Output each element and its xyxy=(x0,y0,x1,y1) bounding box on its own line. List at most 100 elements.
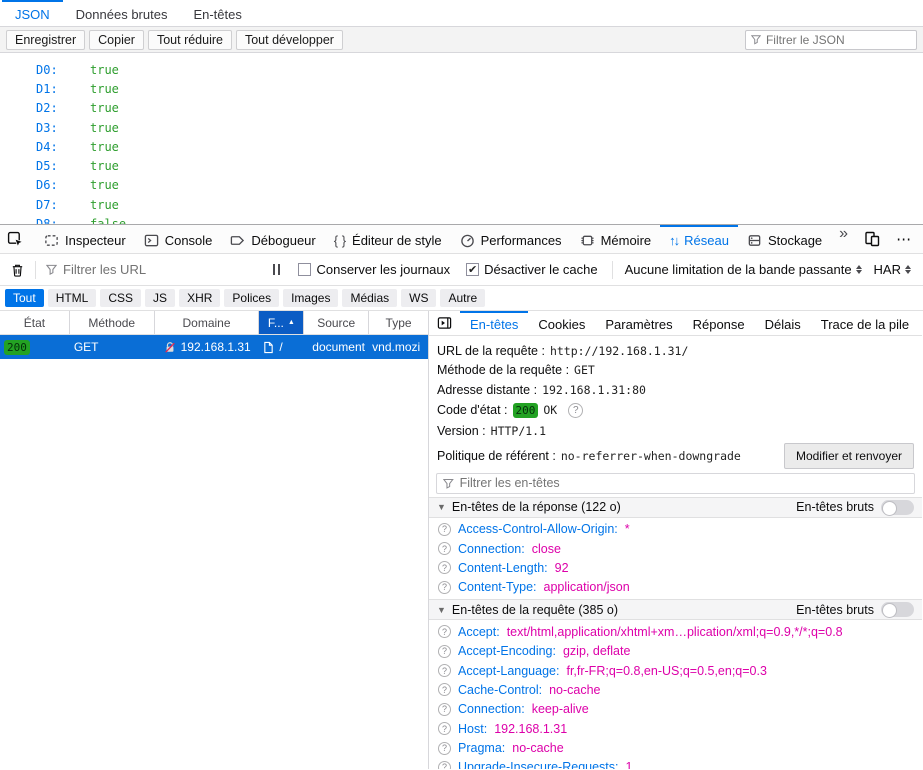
tab-debugger[interactable]: Débogueur xyxy=(221,225,324,253)
help-icon[interactable]: ? xyxy=(438,561,451,574)
header-row[interactable]: ? Content-Type: application/json xyxy=(429,578,922,597)
detail-tab-stacktrace[interactable]: Trace de la pile xyxy=(811,311,919,335)
persist-logs-checkbox[interactable]: Conserver les journaux xyxy=(290,262,458,277)
header-row[interactable]: ? Connection: keep-alive xyxy=(429,700,922,719)
header-row[interactable]: ? Accept-Language: fr,fr-FR;q=0.8,en-US;… xyxy=(429,661,922,680)
har-select[interactable]: HAR xyxy=(868,262,917,277)
json-entry-row[interactable]: D8: false xyxy=(0,214,923,224)
sidebar-toggle-button[interactable] xyxy=(429,311,460,335)
help-icon[interactable]: ? xyxy=(438,625,451,638)
summary-label: Version : xyxy=(437,424,486,438)
header-row[interactable]: ? Access-Control-Allow-Origin: * xyxy=(429,520,922,539)
header-value: fr,fr-FR;q=0.8,en-US;q=0.5,en;q=0.3 xyxy=(566,664,766,678)
headers-filter-box xyxy=(436,473,915,494)
responsive-design-button[interactable] xyxy=(856,231,888,247)
pick-element-button[interactable] xyxy=(0,225,31,253)
help-icon[interactable]: ? xyxy=(438,664,451,677)
tab-console[interactable]: Console xyxy=(135,225,222,253)
help-icon[interactable]: ? xyxy=(438,703,451,716)
request-filter-button[interactable]: Polices xyxy=(224,289,279,307)
header-row[interactable]: ? Cache-Control: no-cache xyxy=(429,680,922,699)
json-entry-row[interactable]: D7: true xyxy=(0,195,923,214)
help-icon[interactable]: ? xyxy=(438,542,451,555)
help-icon[interactable]: ? xyxy=(438,683,451,696)
json-entry-row[interactable]: D6: true xyxy=(0,176,923,195)
detail-tab-cookies[interactable]: Cookies xyxy=(528,311,595,335)
request-filter-button[interactable]: Images xyxy=(283,289,338,307)
tab-storage[interactable]: Stockage xyxy=(738,225,831,253)
storage-icon xyxy=(747,233,762,248)
detail-tab-headers[interactable]: En-têtes xyxy=(460,311,528,335)
json-entry-row[interactable]: D5: true xyxy=(0,156,923,175)
column-header-domain[interactable]: Domaine xyxy=(155,311,260,334)
network-toolbar: Filtrer les URL Conserver les journaux ✔… xyxy=(0,254,923,286)
request-headers-section[interactable]: ▼ En-têtes de la requête (385 o) En-tête… xyxy=(429,599,922,620)
throttling-select[interactable]: Aucune limitation de la bande passante xyxy=(619,262,868,277)
json-key: D5: xyxy=(36,159,90,173)
request-filter-button[interactable]: HTML xyxy=(48,289,97,307)
tab-json[interactable]: JSON xyxy=(2,0,63,26)
tab-raw-data[interactable]: Données brutes xyxy=(63,0,181,26)
request-filter-button[interactable]: XHR xyxy=(179,289,220,307)
header-row[interactable]: ? Accept: text/html,application/xhtml+xm… xyxy=(429,622,922,641)
request-row-selected[interactable]: 200 GET 192.168.1.31 / document vnd.mozi xyxy=(0,335,428,359)
header-row[interactable]: ? Pragma: no-cache xyxy=(429,738,922,757)
request-filter-button[interactable]: Autre xyxy=(440,289,485,307)
save-button[interactable]: Enregistrer xyxy=(6,30,85,50)
tab-network[interactable]: ↑↓ Réseau xyxy=(660,225,738,253)
request-filter-button[interactable]: WS xyxy=(401,289,436,307)
header-row[interactable]: ? Connection: close xyxy=(429,539,922,558)
overflow-tabs-button[interactable]: » xyxy=(831,225,856,253)
detail-tab-response[interactable]: Réponse xyxy=(683,311,755,335)
header-row[interactable]: ? Host: 192.168.1.31 xyxy=(429,719,922,738)
column-header-method[interactable]: Méthode xyxy=(70,311,155,334)
help-icon[interactable]: ? xyxy=(568,403,583,418)
column-header-file[interactable]: F...▲ xyxy=(259,311,304,334)
help-icon[interactable]: ? xyxy=(438,581,451,594)
request-filter-button[interactable]: CSS xyxy=(100,289,141,307)
raw-headers-toggle[interactable] xyxy=(881,500,914,515)
header-row[interactable]: ? Content-Length: 92 xyxy=(429,558,922,577)
json-entry-row[interactable]: D4: true xyxy=(0,137,923,156)
detail-tab-params[interactable]: Paramètres xyxy=(595,311,682,335)
headers-filter-input[interactable] xyxy=(460,476,908,490)
json-entry-row[interactable]: D0: true xyxy=(0,60,923,79)
pause-traffic-button[interactable] xyxy=(263,264,290,275)
header-row[interactable]: ? Accept-Encoding: gzip, deflate xyxy=(429,641,922,660)
response-headers-section[interactable]: ▼ En-têtes de la réponse (122 o) En-tête… xyxy=(429,497,922,518)
tab-headers[interactable]: En-têtes xyxy=(180,0,254,26)
help-icon[interactable]: ? xyxy=(438,761,451,769)
tab-memory[interactable]: Mémoire xyxy=(571,225,661,253)
column-header-source[interactable]: Source xyxy=(304,311,369,334)
json-key: D1: xyxy=(36,82,90,96)
json-entry-row[interactable]: D3: true xyxy=(0,118,923,137)
json-filter-input[interactable] xyxy=(766,33,911,47)
tab-style-editor[interactable]: { } Éditeur de style xyxy=(325,225,451,253)
tab-performance[interactable]: Performances xyxy=(451,225,571,253)
detail-tab-timings[interactable]: Délais xyxy=(755,311,811,335)
help-icon[interactable]: ? xyxy=(438,742,451,755)
edit-resend-button[interactable]: Modifier et renvoyer xyxy=(784,443,914,469)
request-filter-button[interactable]: Tout xyxy=(5,289,44,307)
disable-cache-checkbox[interactable]: ✔ Désactiver le cache xyxy=(458,262,605,277)
header-row[interactable]: ? Upgrade-Insecure-Requests: 1 xyxy=(429,758,922,769)
column-header-status[interactable]: État xyxy=(0,311,70,334)
help-icon[interactable]: ? xyxy=(438,645,451,658)
copy-button[interactable]: Copier xyxy=(89,30,144,50)
collapse-all-button[interactable]: Tout réduire xyxy=(148,30,232,50)
expand-all-button[interactable]: Tout développer xyxy=(236,30,343,50)
clear-requests-button[interactable] xyxy=(6,262,29,278)
request-filter-button[interactable]: JS xyxy=(145,289,175,307)
help-icon[interactable]: ? xyxy=(438,523,451,536)
request-filter-button[interactable]: Médias xyxy=(342,289,397,307)
json-entry-row[interactable]: D2: true xyxy=(0,99,923,118)
har-value: HAR xyxy=(874,262,901,277)
devtools-menu-button[interactable]: ⋯ xyxy=(888,230,920,248)
url-filter-box[interactable]: Filtrer les URL xyxy=(42,262,146,277)
tab-inspector[interactable]: Inspecteur xyxy=(35,225,135,253)
json-entry-row[interactable]: D1: true xyxy=(0,79,923,98)
raw-headers-toggle[interactable] xyxy=(881,602,914,617)
column-header-type[interactable]: Type xyxy=(369,311,428,334)
help-icon[interactable]: ? xyxy=(438,722,451,735)
request-type-filters: Tout HTML CSS JS XHR Polices Images Médi… xyxy=(0,286,923,311)
